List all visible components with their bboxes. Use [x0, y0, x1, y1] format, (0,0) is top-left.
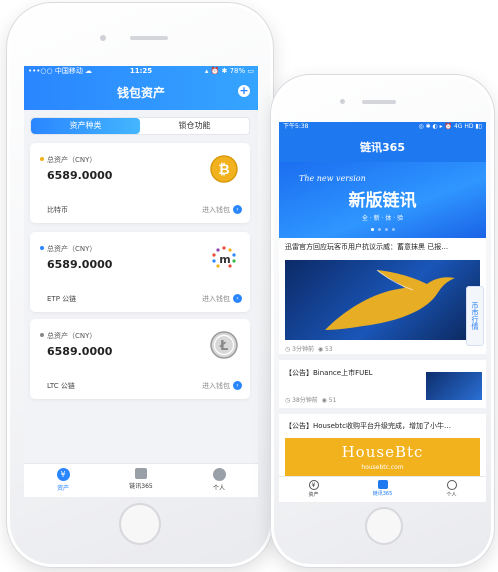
- tab-label: 资产: [56, 485, 69, 492]
- banner-pager: [279, 228, 486, 231]
- news2-time: 38分钟前: [292, 397, 318, 404]
- status-bar: 下午5:38 ◎ ✱ ◐ ▸ ⏰ 4G HD ▮▯: [279, 122, 486, 132]
- dot-icon: [40, 157, 44, 161]
- coin-name: LTC 公链: [47, 382, 75, 390]
- eye-icon: ◉: [317, 346, 325, 353]
- tab-profile[interactable]: 个人: [180, 464, 258, 497]
- arrow-right-icon[interactable]: ›: [233, 294, 242, 303]
- asset-card-etp[interactable]: 总资产（CNY） 6589.0000 m ETP 公链 进入钱包 ›: [30, 232, 250, 312]
- tab-label: 个人: [212, 485, 225, 492]
- total-asset-label: 总资产（CNY）: [47, 245, 97, 253]
- tab-profile[interactable]: 个人: [417, 477, 486, 502]
- svg-text:₿: ₿: [218, 162, 229, 178]
- asset-amount: 6589.0000: [47, 258, 113, 271]
- banner-headline: 新版链讯: [348, 191, 417, 211]
- news-screen: 下午5:38 ◎ ✱ ◐ ▸ ⏰ 4G HD ▮▯ 链讯365 The new …: [279, 122, 486, 502]
- news2-title[interactable]: 【公告】Binance上市FUEL: [285, 368, 423, 378]
- svg-text:Ł: Ł: [219, 339, 228, 354]
- yuan-icon: ¥: [308, 480, 319, 490]
- news1-meta: ◷ 3分钟前 ◉ 53: [285, 344, 333, 353]
- asset-amount: 6589.0000: [47, 345, 113, 358]
- tab-asset-types[interactable]: 资产种类: [31, 118, 140, 134]
- front-camera: [100, 35, 106, 41]
- arrow-right-icon[interactable]: ›: [233, 381, 242, 390]
- status-icons: ◎ ✱ ◐ ▸ ⏰ 4G HD ▮▯: [418, 123, 482, 130]
- tab-news[interactable]: 链讯365: [102, 464, 180, 497]
- news2-thumbnail[interactable]: [426, 372, 482, 400]
- tab-assets[interactable]: ¥ 资产: [279, 477, 348, 502]
- litecoin-icon: Ł: [210, 331, 238, 359]
- speaker: [130, 36, 168, 40]
- tab-label: 链讯365: [129, 483, 153, 490]
- news-icon: [135, 468, 147, 479]
- dot-icon: [40, 333, 44, 337]
- wallet-screen: •••○○ 中国移动 ☁ 11:25 ▴ ⏰ ✱ 78% ▭ 钱包资产 + 资产…: [24, 66, 258, 497]
- person-icon: [212, 468, 226, 481]
- tab-lock-function[interactable]: 锁仓功能: [140, 118, 249, 134]
- bottom-tabbar: ¥ 资产 链讯365 个人: [279, 476, 486, 502]
- wallet-header: •••○○ 中国移动 ☁ 11:25 ▴ ⏰ ✱ 78% ▭ 钱包资产 +: [24, 66, 258, 110]
- enter-wallet-link[interactable]: 进入钱包: [202, 294, 230, 304]
- eye-icon: ◉: [321, 397, 329, 404]
- svg-text:m: m: [219, 253, 230, 266]
- asset-amount: 6589.0000: [47, 169, 113, 182]
- tab-label: 资产: [308, 492, 319, 498]
- news-icon: [377, 480, 388, 489]
- bottom-tabbar: ¥ 资产 链讯365 个人: [24, 463, 258, 497]
- total-asset-label: 总资产（CNY）: [47, 332, 97, 340]
- tab-label: 个人: [446, 492, 457, 498]
- home-button[interactable]: [365, 507, 403, 545]
- dot-icon: [40, 246, 44, 250]
- hummingbird-icon: [325, 269, 455, 330]
- coin-name: ETP 公链: [47, 295, 77, 303]
- home-button[interactable]: [119, 503, 161, 545]
- coin-name: 比特币: [47, 206, 68, 214]
- total-asset-label: 总资产（CNY）: [47, 156, 97, 164]
- housebtc-ad[interactable]: HouseBtc housebtc.com: [285, 438, 480, 476]
- page-title: 链讯365: [360, 141, 405, 154]
- enter-wallet-link[interactable]: 进入钱包: [202, 381, 230, 391]
- tab-news[interactable]: 链讯365: [348, 477, 417, 502]
- news2-views: 51: [328, 397, 337, 404]
- asset-card-bitcoin[interactable]: 总资产（CNY） 6589.0000 ₿ 比特币 进入钱包 ›: [30, 143, 250, 223]
- banner-english: The new version: [299, 174, 366, 183]
- news2-meta: ◷ 38分钟前 ◉ 51: [285, 395, 336, 404]
- news3-title[interactable]: 【公告】Housebtc收购平台升级完成，增加了小牛…: [285, 421, 483, 431]
- asset-card-ltc[interactable]: 总资产（CNY） 6589.0000 Ł LTC 公链 进入钱包 ›: [30, 319, 250, 399]
- status-battery: ▴ ⏰ ✱ 78% ▭: [204, 67, 254, 75]
- bitcoin-icon: ₿: [210, 155, 238, 183]
- tab-assets[interactable]: ¥ 资产: [24, 464, 102, 497]
- segment-control: 资产种类 锁仓功能: [30, 117, 250, 135]
- yuan-icon: ¥: [56, 468, 70, 481]
- person-icon: [446, 480, 457, 490]
- news-header: 下午5:38 ◎ ✱ ◐ ▸ ⏰ 4G HD ▮▯ 链讯365: [279, 122, 486, 162]
- news1-time: 3分钟前: [292, 346, 314, 353]
- status-time: 下午5:38: [283, 123, 309, 130]
- divider: [279, 408, 486, 414]
- news1-views: 53: [324, 346, 333, 353]
- news-headline[interactable]: 迅雷官方回应玩客币用户抗议示威：蓄意抹黑 已报…: [285, 242, 485, 252]
- metaverse-icon: m: [210, 244, 238, 272]
- banner-sub: 全 · 新 · 体 · 验: [361, 215, 404, 222]
- speaker: [362, 100, 396, 104]
- enter-wallet-link[interactable]: 进入钱包: [202, 205, 230, 215]
- tab-label: 链讯365: [372, 491, 393, 497]
- market-side-tab[interactable]: 币市行情: [466, 286, 484, 346]
- ad-url: housebtc.com: [361, 464, 404, 471]
- news-image[interactable]: [285, 260, 480, 340]
- arrow-right-icon[interactable]: ›: [233, 205, 242, 214]
- promo-banner[interactable]: The new version 新版链讯 全 · 新 · 体 · 验: [279, 162, 486, 238]
- status-bar: •••○○ 中国移动 ☁ 11:25 ▴ ⏰ ✱ 78% ▭: [24, 66, 258, 76]
- divider: [279, 354, 486, 360]
- ad-brand: HouseBtc: [341, 443, 424, 461]
- front-camera: [340, 99, 345, 104]
- page-title: 钱包资产: [116, 86, 165, 100]
- add-icon[interactable]: +: [238, 85, 250, 97]
